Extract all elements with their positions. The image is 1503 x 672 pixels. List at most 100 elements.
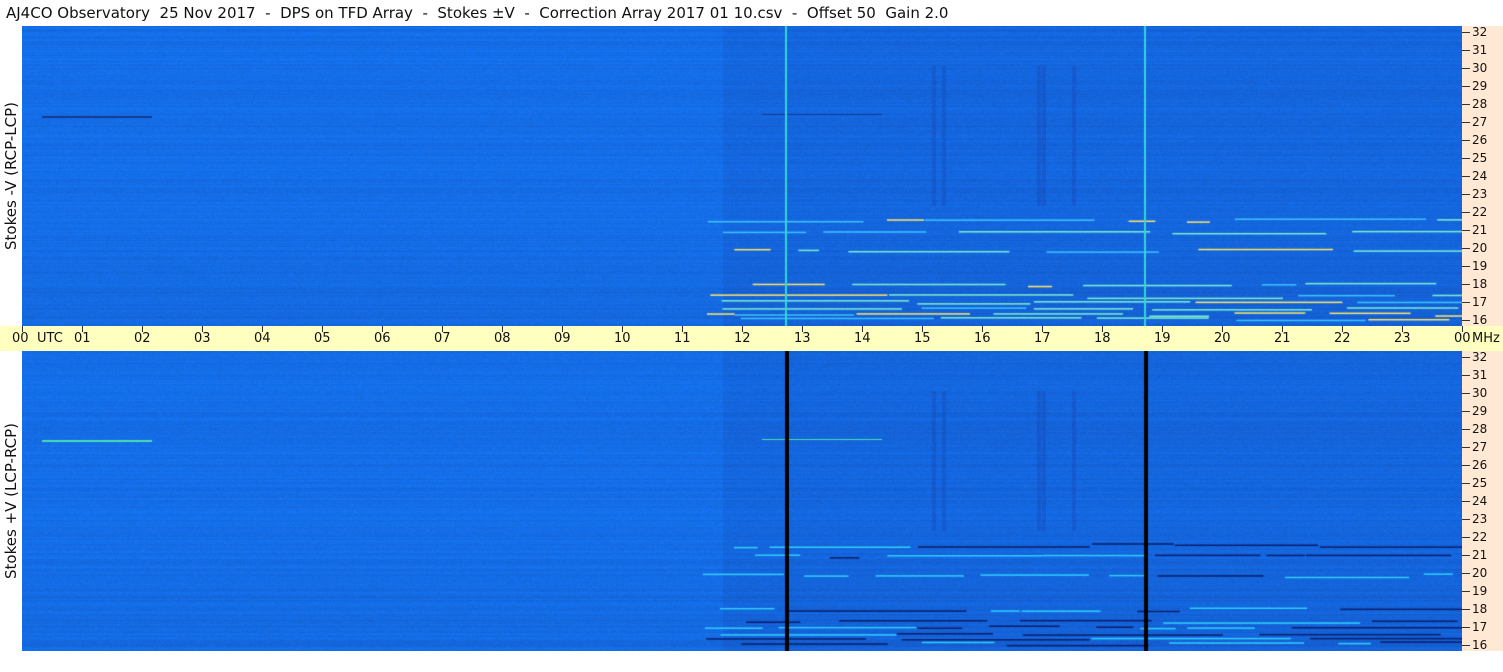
freq-tick (1462, 68, 1470, 69)
freq-tick (1462, 429, 1470, 430)
freq-tick (1462, 537, 1470, 538)
freq-tick-label: 23 (1472, 512, 1488, 526)
utc-tick-label: 05 (314, 331, 331, 346)
freq-tick-label: 24 (1472, 169, 1488, 183)
freq-tick-label: 25 (1472, 151, 1488, 165)
freq-tick (1462, 627, 1470, 628)
utc-tick-label: 04 (254, 331, 271, 346)
freq-tick (1462, 86, 1470, 87)
utc-tick-label: 01 (74, 331, 91, 346)
freq-tick (1462, 212, 1470, 213)
utc-time-axis: UTC MHz 00 01 02 03 04 05 06 07 08 09 10 11 12 13 14 15… (0, 326, 1503, 351)
top-frequency-axis: 32 31 30 29 28 27 26 25 24 23 22 21 20 19 18 17 16 (1462, 25, 1503, 327)
utc-tick-label: 08 (494, 331, 511, 346)
freq-tick-label: 27 (1472, 440, 1488, 454)
freq-tick (1462, 357, 1470, 358)
freq-tick-label: 29 (1472, 79, 1488, 93)
freq-tick (1462, 483, 1470, 484)
bottom-spectrogram (22, 351, 1462, 651)
utc-tick-label: 07 (434, 331, 451, 346)
freq-tick (1462, 284, 1470, 285)
freq-tick-label: 24 (1472, 494, 1488, 508)
freq-tick (1462, 194, 1470, 195)
freq-tick (1462, 104, 1470, 105)
utc-tick-label: 10 (614, 331, 631, 346)
freq-tick-label: 16 (1472, 313, 1488, 327)
utc-tick-label: 09 (554, 331, 571, 346)
freq-tick (1462, 555, 1470, 556)
freq-tick-label: 17 (1472, 295, 1488, 309)
freq-tick-label: 32 (1472, 25, 1488, 39)
freq-tick-label: 32 (1472, 350, 1488, 364)
freq-tick (1462, 411, 1470, 412)
freq-tick (1462, 32, 1470, 33)
title-bar: AJ4CO Observatory 25 Nov 2017 - DPS on T… (0, 0, 1462, 26)
freq-tick (1462, 591, 1470, 592)
utc-tick-label: 19 (1154, 331, 1171, 346)
freq-tick-label: 26 (1472, 458, 1488, 472)
freq-tick-label: 28 (1472, 422, 1488, 436)
freq-tick (1462, 573, 1470, 574)
top-panel-label: Stokes -V (RCP-LCP) (2, 102, 20, 250)
freq-tick-label: 20 (1472, 241, 1488, 255)
bottom-frequency-axis: 32 31 30 29 28 27 26 25 24 23 22 21 20 19 18 17 16 (1462, 350, 1503, 652)
freq-tick-label: 28 (1472, 97, 1488, 111)
freq-tick-label: 17 (1472, 620, 1488, 634)
freq-tick (1462, 230, 1470, 231)
freq-tick-label: 30 (1472, 61, 1488, 75)
utc-tick-label: 00 (1454, 331, 1471, 346)
utc-tick-label: 20 (1214, 331, 1231, 346)
freq-tick (1462, 176, 1470, 177)
freq-tick-label: 18 (1472, 602, 1488, 616)
top-panel-ylabel: Stokes -V (RCP-LCP) (0, 26, 22, 326)
utc-tick-label: 06 (374, 331, 391, 346)
utc-tick-label: 15 (914, 331, 931, 346)
freq-tick (1462, 447, 1470, 448)
freq-tick (1462, 266, 1470, 267)
freq-tick-label: 26 (1472, 133, 1488, 147)
freq-tick-label: 29 (1472, 404, 1488, 418)
freq-tick-label: 30 (1472, 386, 1488, 400)
freq-tick (1462, 50, 1470, 51)
freq-tick-label: 19 (1472, 259, 1488, 273)
utc-tick-label: 23 (1394, 331, 1411, 346)
freq-tick-label: 31 (1472, 368, 1488, 382)
bottom-panel-label: Stokes +V (LCP-RCP) (2, 423, 20, 579)
freq-tick-label: 22 (1472, 530, 1488, 544)
utc-tick-label: 14 (854, 331, 871, 346)
freq-tick (1462, 122, 1470, 123)
freq-tick (1462, 645, 1470, 646)
top-spectrogram (22, 26, 1462, 326)
utc-tick-label: 21 (1274, 331, 1291, 346)
utc-tick-label: 22 (1334, 331, 1351, 346)
freq-tick (1462, 248, 1470, 249)
bottom-panel-ylabel: Stokes +V (LCP-RCP) (0, 351, 22, 651)
freq-tick-label: 19 (1472, 584, 1488, 598)
utc-tick-label: 12 (734, 331, 751, 346)
utc-tick-label: 17 (1034, 331, 1051, 346)
freq-tick (1462, 320, 1470, 321)
bottom-spectrogram-canvas (22, 351, 1462, 651)
freq-tick (1462, 302, 1470, 303)
mhz-unit-label: MHz (1472, 331, 1500, 346)
freq-tick-label: 27 (1472, 115, 1488, 129)
freq-tick-label: 23 (1472, 187, 1488, 201)
freq-tick-label: 16 (1472, 638, 1488, 652)
freq-tick (1462, 393, 1470, 394)
freq-tick-label: 21 (1472, 548, 1488, 562)
top-spectrogram-canvas (22, 26, 1462, 326)
freq-tick (1462, 375, 1470, 376)
freq-tick-label: 18 (1472, 277, 1488, 291)
page-title: AJ4CO Observatory 25 Nov 2017 - DPS on T… (6, 4, 949, 22)
freq-tick-label: 20 (1472, 566, 1488, 580)
freq-tick (1462, 501, 1470, 502)
freq-tick (1462, 609, 1470, 610)
utc-tick-label: 18 (1094, 331, 1111, 346)
freq-tick (1462, 465, 1470, 466)
freq-tick (1462, 519, 1470, 520)
utc-tick-label: 13 (794, 331, 811, 346)
utc-tick-label: 03 (194, 331, 211, 346)
freq-tick-label: 31 (1472, 43, 1488, 57)
utc-tick-label: 11 (674, 331, 691, 346)
utc-unit-label: UTC (37, 331, 63, 346)
